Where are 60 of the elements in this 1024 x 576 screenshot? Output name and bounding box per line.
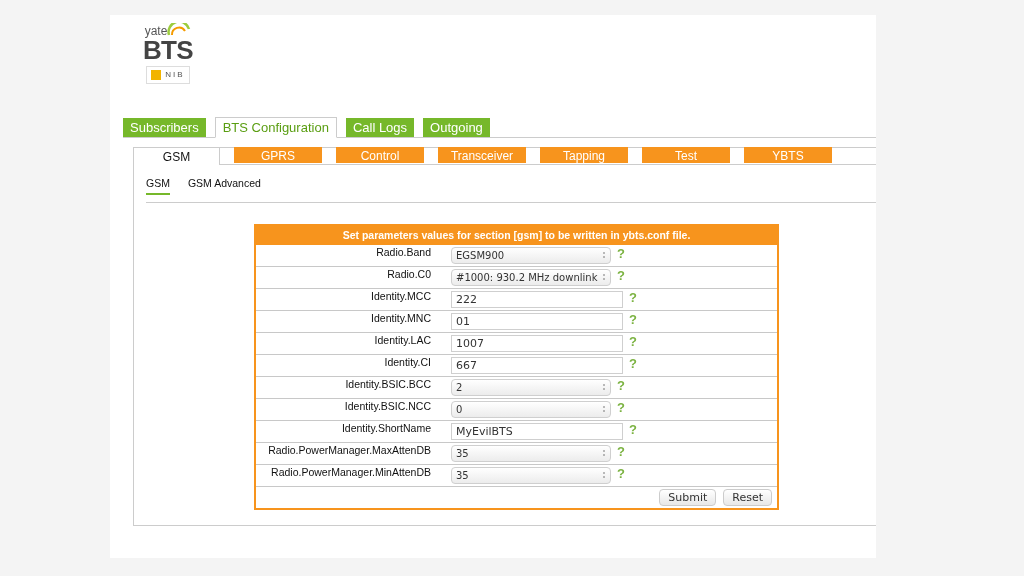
signal-arcs-icon — [167, 23, 192, 37]
field-label: Identity.MCC — [370, 289, 431, 305]
dropdown-arrow-icon — [602, 449, 606, 458]
chip-icon — [151, 70, 162, 80]
field-label: Radio.PowerManager.MinAttenDB — [270, 465, 431, 481]
field-label: Identity.ShortName — [340, 421, 431, 437]
input-field[interactable]: 667 — [451, 356, 623, 374]
dropdown-arrow-icon — [602, 471, 606, 480]
help-link[interactable]: ? — [629, 419, 637, 439]
help-link[interactable]: ? — [629, 353, 637, 373]
dropdown-arrow-icon — [602, 251, 606, 260]
main-tab[interactable]: BTS Configuration — [214, 117, 337, 138]
help-link[interactable]: ? — [617, 397, 625, 417]
dropdown[interactable]: 2 — [451, 378, 611, 396]
input-field[interactable]: 1007 — [451, 334, 623, 352]
dropdown[interactable]: EGSM900 — [451, 246, 611, 264]
field-label: Identity.BSIC.BCC — [344, 377, 431, 393]
section-tab[interactable]: GSM — [134, 148, 220, 165]
help-link[interactable]: ? — [617, 441, 625, 461]
input-field[interactable]: 01 — [451, 312, 623, 330]
section-tab[interactable]: YBTS — [744, 147, 832, 163]
field-label: Radio.Band — [375, 245, 431, 261]
field-label: Identity.BSIC.NCC — [343, 399, 431, 415]
sub-tab[interactable]: GSM — [146, 176, 170, 195]
help-link[interactable]: ? — [629, 309, 637, 329]
section-tab[interactable]: Tapping — [540, 147, 628, 163]
logo-badge-text: NIB — [165, 69, 185, 81]
input-field[interactable]: 222 — [451, 290, 623, 308]
dropdown[interactable]: 35 — [451, 444, 611, 462]
logo-small-text: yate — [144, 25, 168, 37]
field-label: Radio.C0 — [386, 267, 431, 283]
form-button[interactable]: Submit — [659, 488, 717, 506]
field-label: Identity.CI — [383, 355, 431, 371]
dropdown-arrow-icon — [602, 273, 606, 282]
field-label: Radio.PowerManager.MaxAttenDB — [267, 443, 431, 459]
main-tab[interactable]: Outgoing — [423, 118, 490, 137]
logo-text: BTS — [142, 37, 194, 63]
sub-tab[interactable]: GSM Advanced — [187, 176, 261, 195]
section-tab[interactable]: Control — [336, 147, 424, 163]
dropdown[interactable]: 0 — [451, 400, 611, 418]
dropdown-arrow-icon — [602, 383, 606, 392]
main-tab[interactable]: Subscribers — [123, 118, 206, 137]
dropdown[interactable]: 35 — [451, 466, 611, 484]
field-label: Identity.LAC — [373, 333, 431, 349]
dropdown-arrow-icon — [602, 405, 606, 414]
help-link[interactable]: ? — [629, 331, 637, 351]
dropdown[interactable]: #1000: 930.2 MHz downlink — [451, 268, 611, 286]
input-field[interactable]: MyEvilBTS — [451, 422, 623, 440]
section-tab[interactable]: Transceiver — [438, 147, 526, 163]
field-label: Identity.MNC — [370, 311, 431, 327]
section-tab[interactable]: Test — [642, 147, 730, 163]
help-link[interactable]: ? — [617, 375, 625, 395]
form-header: Set parameters values for section [gsm] to be written in ybts.conf file. — [256, 225, 777, 245]
help-link[interactable]: ? — [629, 287, 637, 307]
form-button[interactable]: Reset — [723, 488, 772, 506]
help-link[interactable]: ? — [617, 463, 625, 483]
help-link[interactable]: ? — [617, 243, 625, 263]
main-tab[interactable]: Call Logs — [345, 118, 415, 137]
section-tab[interactable]: GPRS — [234, 147, 322, 163]
help-link[interactable]: ? — [617, 265, 625, 285]
